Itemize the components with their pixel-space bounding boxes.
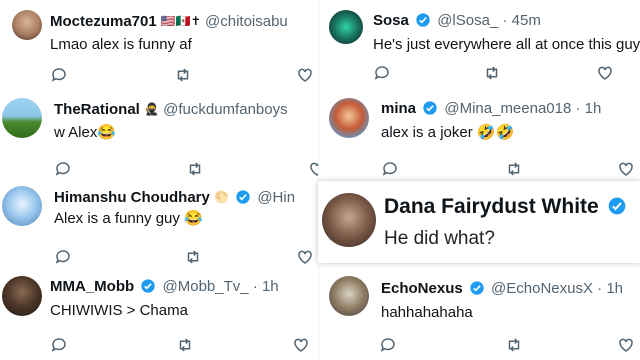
author-handle[interactable]: @Mina_meena018 — [444, 100, 571, 117]
avatar[interactable] — [12, 10, 42, 40]
retweet-icon[interactable] — [186, 160, 206, 180]
avatar[interactable] — [2, 186, 42, 226]
retweet-icon[interactable] — [483, 64, 503, 84]
like-icon[interactable] — [296, 248, 316, 268]
author-name[interactable]: mina — [381, 100, 416, 117]
reply-icon[interactable] — [54, 160, 74, 180]
avatar[interactable] — [329, 10, 363, 44]
tweet-text: CHIWIWIS > Chama — [50, 302, 188, 319]
verified-badge-icon — [236, 190, 250, 204]
retweet-icon[interactable] — [176, 336, 196, 356]
reply-icon[interactable] — [50, 336, 70, 356]
highlighted-tweet[interactable]: Dana Fairydust White He did what? — [318, 181, 640, 263]
author-name[interactable]: EchoNexus — [381, 280, 463, 297]
verified-badge-icon — [141, 279, 155, 293]
tweet-mma-mobb[interactable]: MMA_Mobb @Mobb_Tv_ · 1h CHIWIWIS > Chama — [0, 270, 318, 360]
tweet-text: Alex is a funny guy 😂 — [54, 210, 203, 227]
author-handle[interactable]: @EchoNexusX — [491, 280, 593, 297]
tweet-text: He's just everywhere all at once this gu… — [373, 36, 640, 53]
verified-badge-icon — [470, 281, 484, 295]
avatar[interactable] — [329, 98, 369, 138]
author-handle[interactable]: @Mobb_Tv_ — [163, 278, 249, 295]
avatar[interactable] — [329, 276, 369, 316]
like-icon[interactable] — [617, 336, 637, 356]
profile-flags: 🥷 — [144, 102, 159, 116]
author-name[interactable]: MMA_Mobb — [50, 278, 134, 295]
tweet-text: alex is a joker 🤣🤣 — [381, 124, 515, 141]
avatar[interactable] — [322, 193, 376, 247]
tweet-echonexus[interactable]: EchoNexus @EchoNexusX · 1h hahhahahaha — [319, 270, 640, 360]
timestamp[interactable]: · 45m — [502, 12, 540, 29]
tweet-mina[interactable]: mina @Mina_meena018 · 1h alex is a joker… — [319, 90, 640, 180]
verified-badge-icon — [416, 13, 430, 27]
author-name[interactable]: Sosa — [373, 12, 409, 29]
timestamp[interactable]: · 1h — [576, 100, 602, 117]
like-icon[interactable] — [296, 66, 316, 86]
tweet-text: hahhahahaha — [381, 304, 473, 321]
like-icon[interactable] — [596, 64, 616, 84]
timestamp[interactable]: · 1h — [597, 280, 623, 297]
author-handle[interactable]: @fuckdumfanboys — [163, 101, 287, 118]
tweet-text: He did what? — [384, 228, 495, 249]
tweet-himanshu[interactable]: Himanshu Choudhary 🌕 @Hin Alex is a funn… — [0, 180, 318, 270]
verified-badge-icon — [423, 101, 437, 115]
retweet-icon[interactable] — [505, 160, 525, 180]
author-handle[interactable]: @Hin — [257, 189, 295, 206]
author-name[interactable]: TheRational — [54, 101, 140, 118]
reply-icon[interactable] — [381, 160, 401, 180]
retweet-icon[interactable] — [505, 336, 525, 356]
tweet-text: w Alex😂 — [54, 124, 117, 141]
profile-flags: 🌕 — [214, 190, 229, 204]
retweet-icon[interactable] — [174, 66, 194, 86]
like-icon[interactable] — [617, 160, 637, 180]
retweet-icon[interactable] — [184, 248, 204, 268]
tweet-therational[interactable]: TheRational 🥷 @fuckdumfanboys w Alex😂 — [0, 90, 318, 180]
reply-icon[interactable] — [379, 336, 399, 356]
reply-icon[interactable] — [54, 248, 74, 268]
verified-badge-icon — [608, 197, 625, 215]
reply-icon[interactable] — [50, 66, 70, 86]
like-icon[interactable] — [308, 160, 318, 180]
author-name[interactable]: Himanshu Choudhary — [54, 189, 210, 206]
reply-icon[interactable] — [373, 64, 393, 84]
tweet-text: Lmao alex is funny af — [50, 36, 192, 53]
profile-flags: 🇺🇸🇲🇽✝ — [160, 14, 201, 28]
avatar[interactable] — [2, 98, 42, 138]
timestamp[interactable]: · 1h — [253, 278, 279, 295]
tweet-moctezuma[interactable]: Moctezuma701 🇺🇸🇲🇽✝ @chitoisabu Lmao alex… — [0, 0, 318, 90]
author-handle[interactable]: @lSosa_ — [437, 12, 498, 29]
avatar[interactable] — [2, 276, 42, 316]
tweet-sosa[interactable]: Sosa @lSosa_ · 45m He's just everywhere … — [319, 0, 640, 90]
author-name[interactable]: Dana Fairydust White — [384, 195, 599, 218]
author-handle[interactable]: @chitoisabu — [205, 13, 288, 30]
like-icon[interactable] — [292, 336, 312, 356]
author-name[interactable]: Moctezuma701 — [50, 13, 157, 30]
